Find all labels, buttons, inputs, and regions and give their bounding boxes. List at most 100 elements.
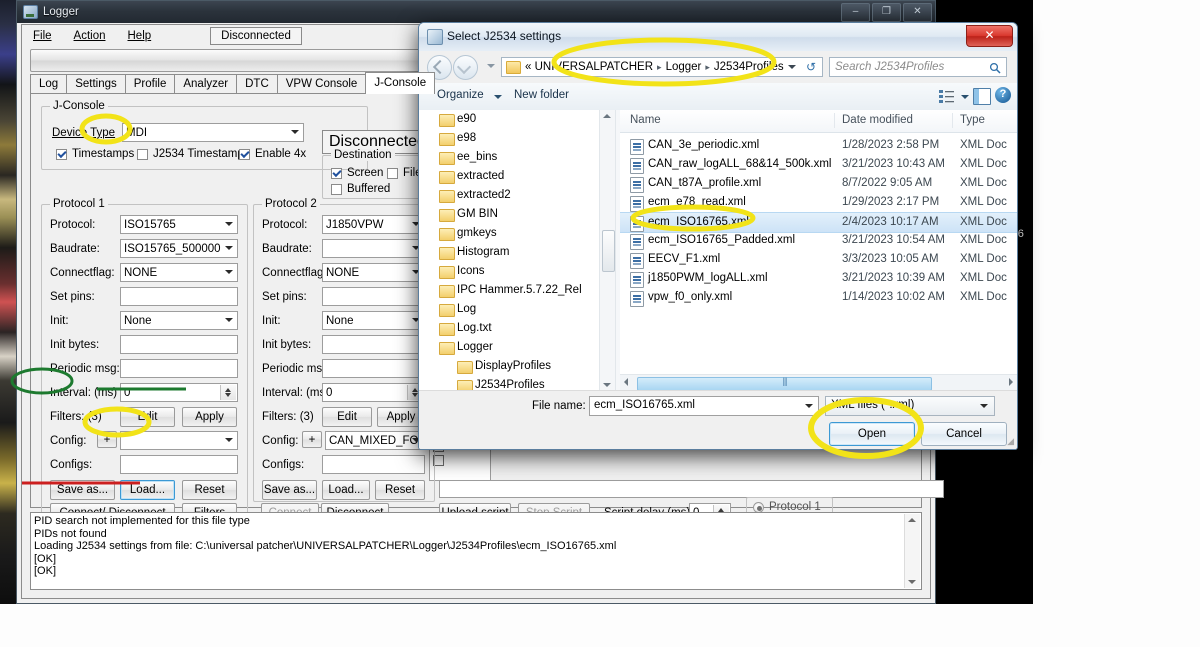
log-scrollbar[interactable]: [904, 514, 920, 588]
p2-reset-button[interactable]: Reset: [375, 480, 425, 500]
column-divider[interactable]: [834, 113, 835, 128]
device-type-combo[interactable]: MDI: [122, 123, 304, 142]
column-header-date-modified[interactable]: Date modified: [842, 114, 913, 126]
file-list-pane[interactable]: Name Date modified Type CAN_3e_periodic.…: [620, 110, 1017, 391]
refresh-icon[interactable]: ↺: [806, 60, 816, 74]
tab-dtc[interactable]: DTC: [236, 74, 278, 94]
breadcrumb-dropdown-icon[interactable]: [788, 65, 796, 69]
breadcrumb[interactable]: « UNIVERSALPATCHER ▸ Logger ▸ J2534Profi…: [501, 57, 823, 77]
p1-apply-filters-button[interactable]: Apply: [182, 407, 237, 427]
tab-analyzer[interactable]: Analyzer: [174, 74, 238, 94]
menu-action[interactable]: Action: [63, 27, 117, 45]
file-row[interactable]: ecm_e78_read.xml 1/29/2023 2:17 PM XML Doc: [620, 193, 1017, 212]
open-button[interactable]: Open: [829, 422, 915, 446]
help-icon[interactable]: ?: [995, 87, 1011, 103]
column-header-name[interactable]: Name: [630, 114, 661, 126]
p1-init-combo[interactable]: None: [120, 311, 238, 330]
p2-setpins-input[interactable]: [322, 287, 425, 306]
p2-init-combo[interactable]: None: [322, 311, 425, 330]
organize-button[interactable]: Organize: [437, 89, 484, 101]
logger-titlebar[interactable]: Logger – ❐ ✕: [17, 1, 935, 23]
recent-locations-icon[interactable]: [487, 64, 495, 68]
tree-item[interactable]: IPC Hammer.5.7.22_Rel: [419, 281, 615, 300]
p2-initbytes-input[interactable]: [322, 335, 425, 354]
tree-item[interactable]: Logger: [419, 338, 615, 357]
checkbox-j2534-timestamps[interactable]: J2534 Timestamps: [137, 148, 250, 160]
tree-item[interactable]: e90: [419, 110, 615, 129]
menu-file[interactable]: File: [22, 27, 63, 45]
tree-item[interactable]: Histogram: [419, 243, 615, 262]
tree-item[interactable]: Log.txt: [419, 319, 615, 338]
file-name-input[interactable]: ecm_ISO16765.xml: [589, 396, 819, 416]
p2-load-button[interactable]: Load...: [322, 480, 370, 500]
close-button[interactable]: ✕: [903, 3, 932, 22]
file-row[interactable]: CAN_raw_logALL_68&14_500k.xml 3/21/2023 1…: [620, 155, 1017, 174]
p1-connectflag-combo[interactable]: NONE: [120, 263, 238, 282]
scroll-up-arrow-icon[interactable]: [908, 518, 916, 522]
scroll-right-arrow-icon[interactable]: [1009, 378, 1013, 386]
p1-config-combo[interactable]: [120, 431, 238, 450]
tree-item[interactable]: ee_bins: [419, 148, 615, 167]
scroll-down-arrow-icon[interactable]: [908, 580, 916, 584]
checkbox-dest-buffered[interactable]: Buffered: [331, 183, 390, 195]
new-folder-button[interactable]: New folder: [514, 89, 569, 101]
tree-item[interactable]: GM BIN: [419, 205, 615, 224]
chevron-down-icon[interactable]: [805, 404, 813, 408]
p1-protocol-combo[interactable]: ISO15765: [120, 215, 238, 234]
p2-edit-filters-button[interactable]: Edit: [322, 407, 372, 427]
tree-item[interactable]: J2534Profiles: [419, 376, 615, 391]
p1-configs-input[interactable]: [120, 455, 238, 474]
breadcrumb-item-logger[interactable]: Logger: [666, 61, 702, 73]
chevron-down-icon[interactable]: [961, 95, 969, 99]
p1-baudrate-combo[interactable]: ISO15765_500000: [120, 239, 238, 258]
p2-periodicmsg-input[interactable]: [322, 359, 425, 378]
scroll-up-arrow-icon[interactable]: [603, 114, 611, 118]
search-input[interactable]: Search J2534Profiles: [829, 57, 1007, 77]
p1-periodicmsg-input[interactable]: [120, 359, 238, 378]
p1-reset-button[interactable]: Reset: [182, 480, 237, 500]
breadcrumb-item-j2534profiles[interactable]: J2534Profiles: [714, 61, 784, 73]
cancel-button[interactable]: Cancel: [921, 422, 1007, 446]
tab-vpw-console[interactable]: VPW Console: [276, 74, 367, 94]
column-header-type[interactable]: Type: [960, 114, 985, 126]
scroll-left-arrow-icon[interactable]: [624, 378, 628, 386]
file-row[interactable]: CAN_t87A_profile.xml 8/7/2022 9:05 AM XML …: [620, 174, 1017, 193]
breadcrumb-item-universalpatcher[interactable]: « UNIVERSALPATCHER: [525, 61, 653, 73]
tree-item[interactable]: Icons: [419, 262, 615, 281]
tree-item[interactable]: DisplayProfiles: [419, 357, 615, 376]
preview-pane-icon[interactable]: [973, 88, 991, 105]
minimize-button[interactable]: –: [841, 3, 870, 22]
p2-connectflag-combo[interactable]: NONE: [322, 263, 425, 282]
file-dialog-close-button[interactable]: ✕: [966, 25, 1013, 47]
tree-item[interactable]: Log: [419, 300, 615, 319]
p1-edit-filters-button[interactable]: Edit: [120, 407, 175, 427]
script-input[interactable]: [439, 480, 944, 498]
checkbox-dest-screen[interactable]: Screen: [331, 167, 383, 179]
p2-save-as-button[interactable]: Save as...: [262, 480, 317, 500]
tree-item[interactable]: gmkeys: [419, 224, 615, 243]
p1-config-add-button[interactable]: +: [97, 431, 117, 448]
file-list-hscrollbar[interactable]: [620, 374, 1017, 391]
resize-grip-icon[interactable]: ◢: [1007, 436, 1014, 447]
p1-initbytes-input[interactable]: [120, 335, 238, 354]
checkbox-dest-file[interactable]: File: [387, 167, 422, 179]
p1-interval-spinner[interactable]: [220, 385, 236, 400]
p2-baudrate-combo[interactable]: [322, 239, 425, 258]
p2-config-add-button[interactable]: +: [302, 431, 322, 448]
tab-settings[interactable]: Settings: [66, 74, 126, 94]
tree-item[interactable]: e98: [419, 129, 615, 148]
p1-setpins-input[interactable]: [120, 287, 238, 306]
file-row[interactable]: ecm_ISO16765_Padded.xml 3/21/2023 10:54 A…: [620, 231, 1017, 250]
p1-interval-input[interactable]: 0: [120, 383, 238, 402]
maximize-button[interactable]: ❐: [872, 3, 901, 22]
nav-scroll-thumb[interactable]: [602, 230, 615, 272]
list-item[interactable]: [430, 455, 490, 469]
scroll-down-arrow-icon[interactable]: [603, 383, 611, 387]
file-row[interactable]: j1850PWM_logALL.xml 3/21/2023 10:39 AM XML…: [620, 269, 1017, 288]
forward-button[interactable]: [453, 55, 478, 80]
file-type-filter-combo[interactable]: XML files (*.xml): [825, 396, 995, 416]
view-mode-icon[interactable]: [939, 89, 955, 103]
checkbox-enable-4x[interactable]: Enable 4x: [239, 148, 306, 160]
file-row[interactable]: CAN_3e_periodic.xml 1/28/2023 2:58 PM XML …: [620, 136, 1017, 155]
menu-help[interactable]: Help: [117, 27, 163, 45]
